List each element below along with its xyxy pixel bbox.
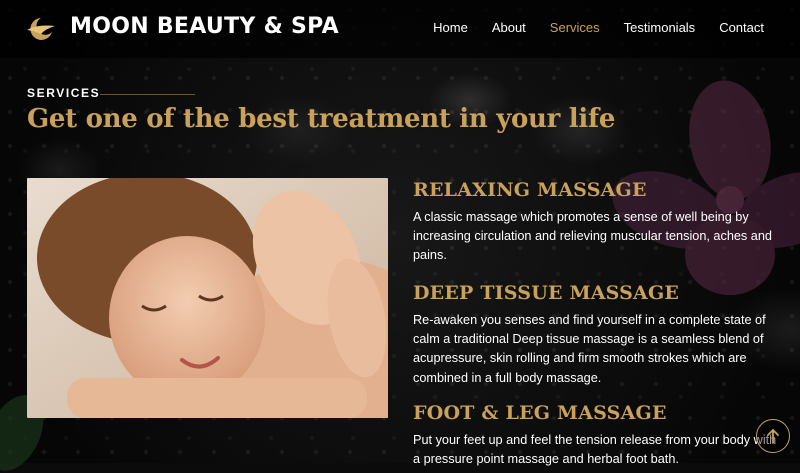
service-title: RELAXING MASSAGE — [413, 179, 647, 201]
nav-testimonials[interactable]: Testimonials — [624, 20, 696, 35]
service-foot-leg-massage: FOOT & LEG MASSAGE Put your feet up and … — [413, 401, 783, 469]
brand-name[interactable]: MOON BEAUTY & SPA — [70, 14, 339, 39]
nav-about[interactable]: About — [492, 20, 526, 35]
service-title: FOOT & LEG MASSAGE — [413, 402, 667, 424]
eyebrow-divider — [100, 94, 195, 95]
massage-photo — [27, 178, 388, 418]
service-relaxing-massage: RELAXING MASSAGE A classic massage which… — [413, 178, 783, 266]
back-to-top-button[interactable] — [756, 419, 790, 453]
nav-home[interactable]: Home — [433, 20, 468, 35]
nav-contact[interactable]: Contact — [719, 20, 764, 35]
section-headline: Get one of the best treatment in your li… — [27, 104, 616, 134]
nav-services[interactable]: Services — [550, 20, 600, 35]
section-eyebrow: SERVICES — [27, 86, 101, 100]
service-description: Put your feet up and feel the tension re… — [413, 433, 777, 467]
main-nav: Home About Services Testimonials Contact — [409, 20, 764, 35]
site-header: MOON BEAUTY & SPA Home About Services Te… — [0, 0, 800, 58]
service-title: DEEP TISSUE MASSAGE — [413, 282, 680, 304]
service-description: Re-awaken you senses and find yourself i… — [413, 313, 766, 385]
crescent-moon-bird-icon[interactable] — [24, 14, 58, 44]
service-deep-tissue-massage: DEEP TISSUE MASSAGE Re-awaken you senses… — [413, 281, 783, 388]
arrow-up-icon — [767, 428, 779, 444]
service-description: A classic massage which promotes a sense… — [413, 210, 772, 263]
